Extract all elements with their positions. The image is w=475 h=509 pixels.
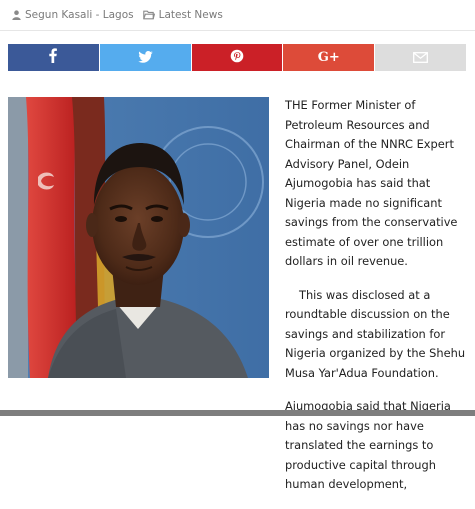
facebook-share-button[interactable]	[8, 44, 99, 71]
author-link[interactable]: Segun Kasali - Lagos	[25, 9, 134, 21]
twitter-share-button[interactable]	[99, 44, 191, 71]
divider	[0, 30, 475, 31]
article-meta: Segun Kasali - Lagos Latest News	[12, 6, 223, 24]
pinterest-share-button[interactable]	[191, 44, 283, 71]
twitter-icon	[137, 48, 153, 67]
google-plus-icon: G+	[317, 50, 340, 65]
pinterest-icon	[230, 48, 244, 67]
article-body: THE Former Minister of Petroleum Resourc…	[285, 96, 467, 509]
folder-icon	[142, 10, 155, 20]
mail-icon	[413, 48, 429, 67]
category-link[interactable]: Latest News	[159, 9, 223, 21]
facebook-icon	[49, 48, 58, 67]
article-photo	[8, 97, 269, 378]
article-paragraph: This was disclosed at a roundtable discu…	[285, 287, 466, 380]
user-icon	[12, 10, 21, 20]
google-plus-share-button[interactable]: G+	[283, 44, 375, 71]
article-paragraph: THE Former Minister of Petroleum Resourc…	[285, 98, 458, 268]
share-bar: G+	[8, 44, 466, 71]
email-share-button[interactable]	[375, 44, 466, 71]
bottom-bar	[0, 410, 475, 416]
